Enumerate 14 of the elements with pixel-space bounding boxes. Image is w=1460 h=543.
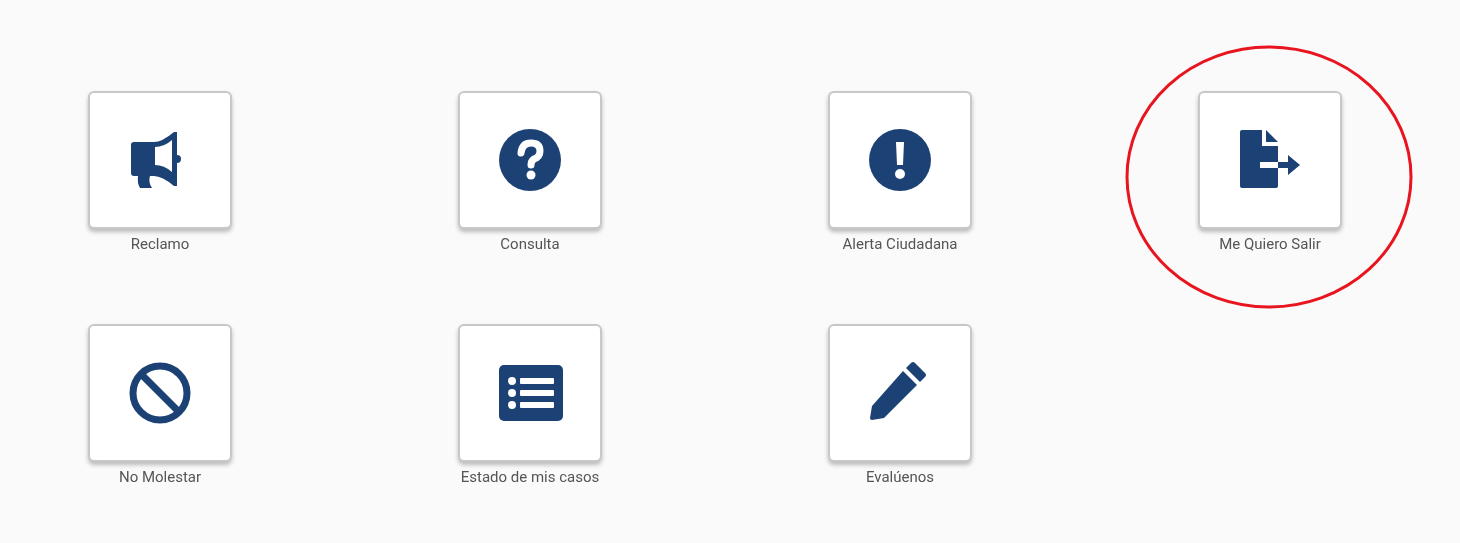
tile-label: No Molestar — [118, 467, 202, 487]
tile-label: Alerta Ciudadana — [842, 234, 958, 254]
menu-tile[interactable] — [88, 91, 232, 229]
menu-tile[interactable] — [88, 324, 232, 462]
tile-label: Evalúenos — [865, 467, 935, 487]
menu-tile[interactable] — [828, 91, 972, 229]
menu-tile[interactable] — [458, 91, 602, 229]
menu-tile[interactable] — [458, 324, 602, 462]
tile-label: Consulta — [500, 234, 560, 254]
tile-label: Estado de mis casos — [460, 467, 600, 487]
tile-label: Reclamo — [130, 234, 190, 254]
tile-label: Me Quiero Salir — [1219, 234, 1321, 254]
menu-tile[interactable] — [1198, 91, 1342, 229]
menu-tile[interactable] — [828, 324, 972, 462]
